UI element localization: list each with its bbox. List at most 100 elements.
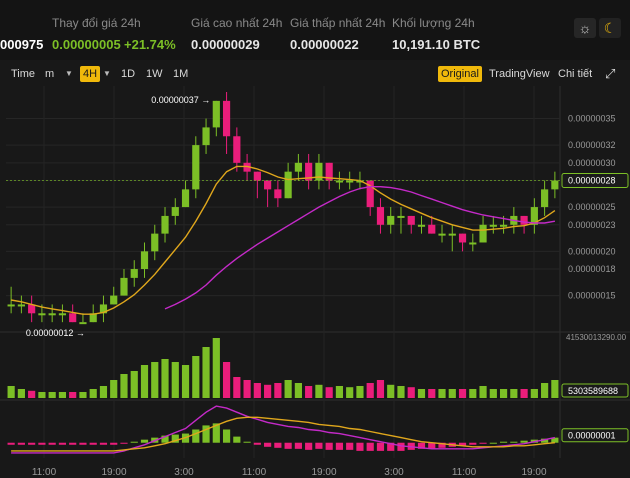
chart-toolbar: Time m ▼ 4H ▼ 1D 1W 1M Original TradingV… [0,60,630,86]
volume-current-label: 5303589688 [568,386,618,396]
last-price-value: 000975 [0,37,44,52]
time-tick-label: 3:00 [384,467,404,478]
interval-1m-button[interactable]: 1M [170,66,191,82]
chart-svg[interactable]: 0.00000035 0.00000032 0.00000030 0.00000028… [0,86,630,478]
indicator-histogram-bar [305,442,313,450]
candle [499,224,508,227]
candle [202,127,210,146]
time-label: Time [11,68,36,80]
caret-down-icon[interactable]: ▼ [100,66,114,82]
candle [294,162,302,172]
ma-fast-line [10,165,556,315]
current-price-label: 0.00000028 [568,176,616,186]
candle [479,224,487,243]
time-tick-label: 3:00 [174,467,194,478]
candle [551,180,559,190]
volume-bar [448,389,456,398]
candle [222,100,231,137]
candle [69,313,77,323]
moon-icon[interactable]: ☾ [599,18,621,38]
volume-bar [181,365,190,398]
price-tick-label: 0.00000032 [568,140,616,150]
volume-bar [7,386,15,398]
volume-24h-label: Khối lượng 24h [392,16,475,30]
volume-bar [161,359,169,398]
time-tick-label: 19:00 [311,467,336,478]
candle [284,171,292,199]
candlestick-chart[interactable]: 0.00000035 0.00000032 0.00000030 0.00000028… [0,86,630,478]
volume-bar [233,377,241,398]
candle [212,100,220,128]
indicator-histogram-bar [376,442,385,451]
volume-bar [192,356,200,398]
low-24h-label: Giá thấp nhất 24h [290,16,386,30]
price-tick-label: 0.00000015 [568,291,616,301]
indicator-histogram-bar [7,442,15,445]
change-24h-percent: +21.74% [124,37,176,52]
indicator-histogram-bar [99,442,108,445]
indicator-histogram-bar [79,442,87,445]
change-24h-value: 0.00000005 [52,37,121,52]
expand-icon[interactable]: ⤢ [602,66,618,82]
moving-averages-layer [10,165,556,315]
indicator-histogram-bar [28,442,36,445]
volume-bar [458,389,467,398]
volume-bar [530,389,538,398]
indicator-histogram-bar [69,442,77,445]
candle [397,215,405,218]
volume-bar [48,392,56,398]
time-tick-label: 19:00 [521,467,546,478]
indicator-histogram-bar [130,441,138,443]
candle [151,233,159,252]
indicator-histogram-bar [469,442,477,445]
indicator-histogram-bar [294,442,302,449]
view-detail-button[interactable]: Chi tiết [555,66,595,82]
indicator-histogram-bar [520,440,528,443]
candle [181,189,190,208]
candle [253,171,261,181]
indicator-histogram-bar [264,442,272,447]
indicator-histogram-bar [253,442,261,445]
indicator-histogram-bar [356,442,364,451]
volume-bar [17,389,25,398]
time-tick-label: 11:00 [32,467,57,478]
indicator-histogram-bar [222,429,231,443]
view-original-button[interactable]: Original [438,66,482,82]
minute-selector[interactable]: m [42,66,57,82]
price-tick-label: 0.00000023 [568,220,616,230]
indicator-histogram-bar [335,442,344,450]
time-tick-label: 11:00 [452,467,477,478]
price-tick-label: 0.00000025 [568,202,616,212]
volume-bar [335,386,344,398]
volume-bar [315,384,323,398]
chart-grid [0,86,630,458]
interval-1w-button[interactable]: 1W [143,66,166,82]
candle [335,180,344,183]
candle [520,215,528,225]
volume-bar [284,380,292,398]
candle [417,224,426,227]
view-tradingview-button[interactable]: TradingView [486,66,553,82]
volume-bar [99,386,108,398]
volume-bar [38,392,46,398]
volume-bar [417,389,426,398]
volume-bar [294,383,302,398]
price-tick-label: 0.00000030 [568,158,616,168]
interval-4h-button[interactable]: 4H [80,66,101,82]
volume-bar [171,362,179,398]
candle [192,145,200,190]
candle [376,207,385,225]
volume-bar [202,347,210,398]
volume-bar [89,389,97,398]
volume-bar [58,392,67,398]
volume-bar [264,384,272,398]
market-stats-bar: 000975 Thay đổi giá 24h 0.00000005 +21.7… [0,0,630,60]
sun-icon[interactable]: ☼ [574,18,596,38]
change-24h-label: Thay đổi giá 24h [52,16,141,30]
indicator-histogram-bar [366,442,374,451]
caret-down-icon[interactable]: ▼ [62,66,76,82]
indicator-histogram-bar [58,442,67,445]
time-tick-label: 19:00 [101,467,126,478]
candle [407,215,415,225]
interval-1d-button[interactable]: 1D [118,66,138,82]
